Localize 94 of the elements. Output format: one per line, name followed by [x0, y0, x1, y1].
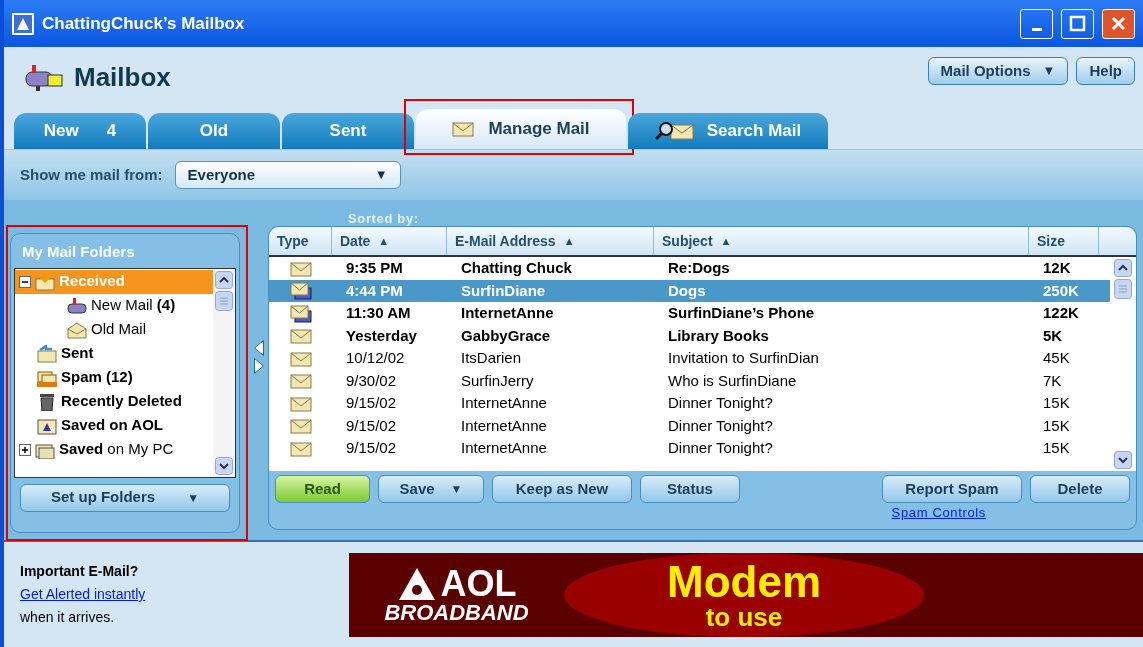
folder-icon: [37, 416, 57, 435]
scroll-down-icon: [1114, 451, 1132, 469]
folder-item[interactable]: Saved on My PC: [15, 437, 213, 462]
subject-cell: Dinner Tonight?: [668, 416, 773, 434]
action-button[interactable]: Keep as New: [492, 475, 632, 503]
plus-icon: [21, 445, 29, 454]
action-button[interactable]: Delete: [1030, 475, 1130, 503]
subject-cell: Who is SurfinDiane: [668, 371, 797, 389]
subject-cell: Re:Dogs: [668, 259, 730, 276]
column-header[interactable]: Date ▲: [332, 227, 447, 255]
subject-cell: Invitation to SurfinDian: [668, 349, 819, 366]
subject-cell: Dinner Tonight?: [668, 394, 773, 411]
ad-subline: to use: [705, 603, 783, 630]
date-cell: 9/15/02: [346, 394, 397, 411]
address-cell: SurfinDiane: [461, 281, 546, 299]
subject-cell: Library Books: [668, 326, 769, 344]
scroll-thumb-icon: [215, 290, 233, 311]
expander-icon[interactable]: [19, 275, 31, 288]
trash-icon: [37, 392, 57, 411]
column-header[interactable]: E-Mail Address ▲: [447, 227, 654, 255]
address-cell: ItsDarien: [461, 349, 522, 366]
help-button[interactable]: Help: [1076, 57, 1135, 85]
address-cell: Chatting Chuck: [461, 259, 572, 276]
action-button[interactable]: Status: [640, 475, 740, 503]
alert-link[interactable]: Get Alerted instantly: [20, 584, 349, 605]
close-button[interactable]: [1102, 8, 1135, 39]
size-cell: 15K: [1043, 394, 1070, 411]
action-button[interactable]: Report Spam: [882, 475, 1022, 503]
alert-text: when it arrives.: [20, 608, 116, 627]
mailbox-title: Mailbox: [74, 60, 172, 94]
date-cell: 10/12/02: [346, 349, 405, 366]
minimize-icon: [1031, 28, 1042, 31]
mail-options-button[interactable]: Mail Options ▼: [927, 57, 1069, 85]
subject-cell: Dinner Tonight?: [668, 439, 773, 456]
alert-title: Important E-Mail?: [20, 562, 140, 581]
column-header[interactable]: Subject ▲: [654, 227, 1029, 255]
scroll-thumb-icon: [1114, 279, 1132, 299]
filter-label: Show me mail from:: [20, 164, 163, 185]
scroll-up-icon: [1114, 259, 1132, 277]
scroll-up-icon: [215, 270, 233, 289]
ad-banner[interactable]: AOL BROADBAND Modem to use: [349, 552, 1143, 637]
folder-item[interactable]: Recently Deleted: [15, 389, 213, 414]
expander-icon[interactable]: [19, 443, 31, 456]
address-cell: InternetAnne: [461, 394, 547, 411]
address-cell: InternetAnne: [461, 416, 547, 434]
ad-headline: Modem: [667, 559, 821, 604]
folder-item[interactable]: Saved on AOL: [15, 413, 213, 438]
minimize-button[interactable]: [1020, 8, 1053, 39]
folders-title: My Mail Folders: [21, 242, 136, 262]
ad-brand: AOL: [440, 565, 517, 602]
sender-dropdown[interactable]: Everyone ▼: [174, 161, 401, 189]
ad-subbrand: BROADBAND: [384, 601, 529, 624]
app-icon: [12, 12, 34, 35]
date-cell: 9/30/02: [346, 371, 397, 389]
setup-folders-button[interactable]: Set up Folders ▼: [20, 483, 230, 512]
action-button[interactable]: Save ▼: [378, 475, 484, 503]
date-cell: 9/15/02: [346, 439, 397, 456]
size-cell: 7K: [1043, 371, 1062, 389]
magnifier-envelope-icon: [654, 121, 695, 141]
size-cell: 45K: [1043, 349, 1070, 366]
address-cell: SurfinJerry: [461, 371, 534, 389]
subject-cell: Dogs: [668, 281, 706, 299]
folder-item[interactable]: Old Mail: [15, 317, 213, 342]
address-cell: InternetAnne: [461, 439, 547, 456]
folder-item[interactable]: Spam (12): [15, 365, 213, 390]
folder-item[interactable]: New Mail (4): [15, 293, 213, 318]
scroll-down-icon: [215, 456, 233, 475]
size-cell: 12K: [1043, 259, 1071, 276]
window-title: ChattingChuck’s Mailbox: [42, 12, 246, 35]
panel-toggle-icon: [254, 340, 264, 374]
size-cell: 122K: [1043, 304, 1079, 321]
size-cell: 250K: [1043, 281, 1079, 299]
date-cell: 9:35 PM: [346, 259, 403, 276]
address-cell: InternetAnne: [461, 304, 554, 321]
column-header[interactable]: Size: [1029, 227, 1099, 255]
date-cell: Yesterday: [346, 326, 417, 344]
column-header[interactable]: Type: [269, 227, 332, 255]
folder-item[interactable]: Sent: [15, 341, 213, 366]
open-envelope-icon: [67, 320, 87, 339]
spam-controls-link[interactable]: Spam Controls: [891, 503, 986, 523]
date-cell: 4:44 PM: [346, 281, 403, 299]
action-button[interactable]: Read: [275, 475, 370, 503]
maximize-button[interactable]: [1061, 8, 1094, 39]
size-cell: 5K: [1043, 326, 1063, 344]
address-cell: GabbyGrace: [461, 326, 551, 344]
mailbox-icon: [67, 296, 87, 315]
size-cell: 15K: [1043, 439, 1070, 456]
sorted-by-label: Sorted by:: [348, 210, 419, 228]
mailbox-icon: [24, 62, 66, 92]
tab[interactable]: Manage Mail: [416, 109, 626, 149]
subject-cell: SurfinDiane’s Phone: [668, 304, 815, 321]
date-cell: 11:30 AM: [346, 304, 411, 321]
size-cell: 15K: [1043, 416, 1070, 434]
date-cell: 9/15/02: [346, 416, 397, 434]
